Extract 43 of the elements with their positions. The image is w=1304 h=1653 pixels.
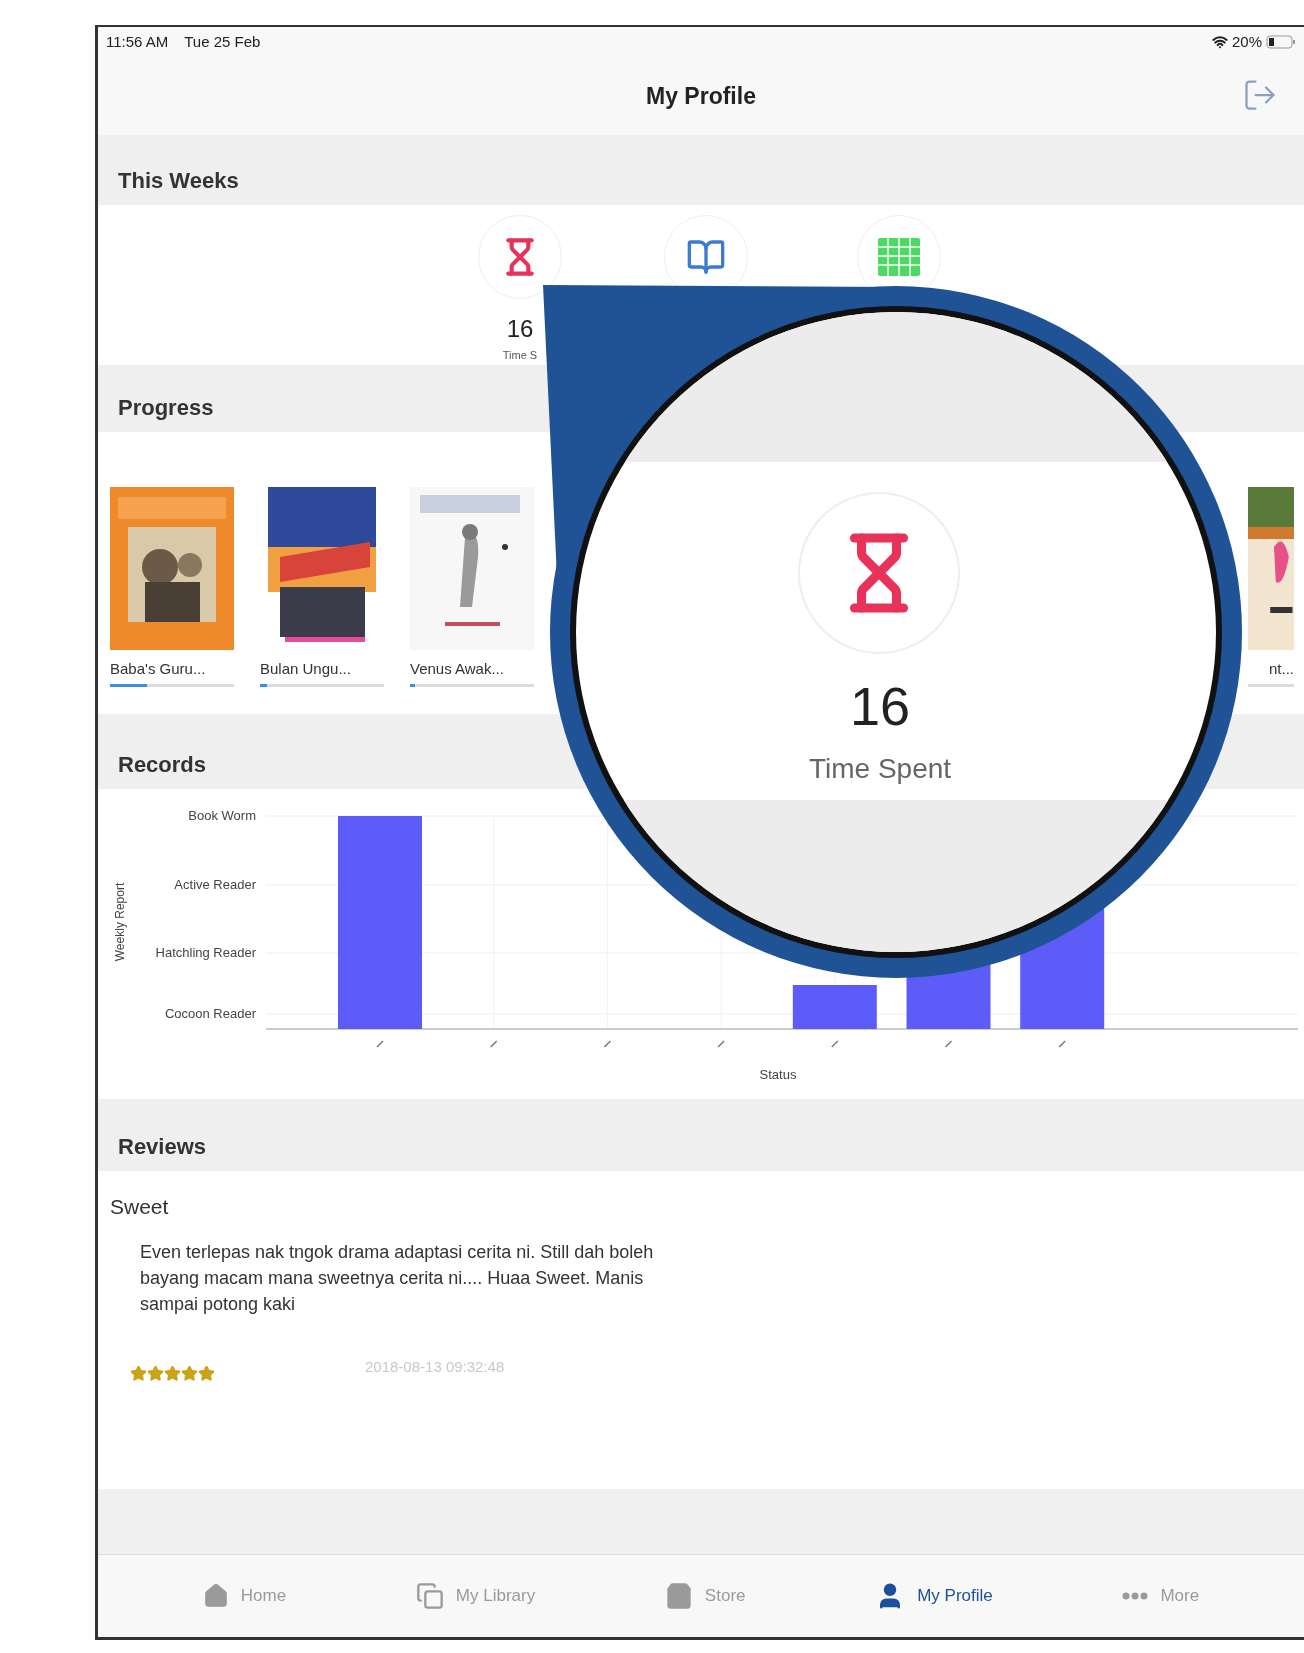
book-title[interactable]: Bulan Ungu...: [260, 657, 384, 681]
star-icon: [164, 1364, 181, 1382]
wifi-icon: [1211, 34, 1228, 50]
section-title: This Weeks: [118, 166, 239, 195]
tick-mark: [1058, 1040, 1066, 1049]
star-icon: [181, 1364, 198, 1382]
axis-title: Status: [759, 1067, 797, 1083]
stat-value: 16: [506, 313, 534, 344]
stat-label: Time S: [502, 347, 538, 363]
star-icon: [147, 1364, 164, 1382]
tick-mark: [944, 1040, 953, 1049]
magnified-label: Time Spent: [807, 752, 953, 786]
tick-mark: [376, 1040, 384, 1049]
book-title[interactable]: Baba's Guru...: [110, 657, 234, 681]
status-date: Tue 25 Feb: [184, 31, 261, 52]
tick-mark: [831, 1040, 839, 1049]
tab-bar-item[interactable]: My Profile: [875, 1581, 993, 1611]
battery-percent: 20%: [1231, 31, 1262, 52]
tick-mark: [717, 1040, 725, 1049]
magnified-value: 16: [848, 676, 912, 736]
section-title: Reviews: [118, 1133, 207, 1162]
tick-mark: [489, 1040, 498, 1049]
review-text: Even terlepas nak tngok drama adaptasi cerita ni. Still dah boleh bayang macam mana sweetnya cerita ni.... Huaa Sweet. Manis sampai potong kaki: [140, 1240, 655, 1316]
star-icon: [198, 1364, 215, 1382]
tick-mark: [603, 1040, 612, 1049]
status-time: 11:56 AM: [106, 31, 169, 52]
axis-tick-label: Book Worm: [188, 808, 256, 824]
axis-tick-label: Active Reader: [174, 877, 256, 893]
bag-icon: [664, 1582, 693, 1610]
axis-tick-label: Hatchling Reader: [155, 945, 256, 961]
battery-icon: [1266, 35, 1296, 49]
home-icon: [202, 1583, 229, 1609]
book-title[interactable]: nt...: [1269, 657, 1294, 681]
more-icon: [1122, 1592, 1149, 1600]
book-title[interactable]: Venus Awak...: [410, 657, 534, 681]
section-title: Progress: [118, 393, 214, 422]
section-title: Records: [118, 751, 207, 780]
library-icon: [415, 1582, 444, 1610]
page-title: My Profile: [646, 81, 756, 111]
star-icon: [130, 1364, 147, 1382]
axis-tick-label: Cocoon Reader: [164, 1006, 256, 1022]
axis-title: Weekly Report: [113, 883, 127, 962]
review-title: Sweet: [110, 1194, 170, 1221]
